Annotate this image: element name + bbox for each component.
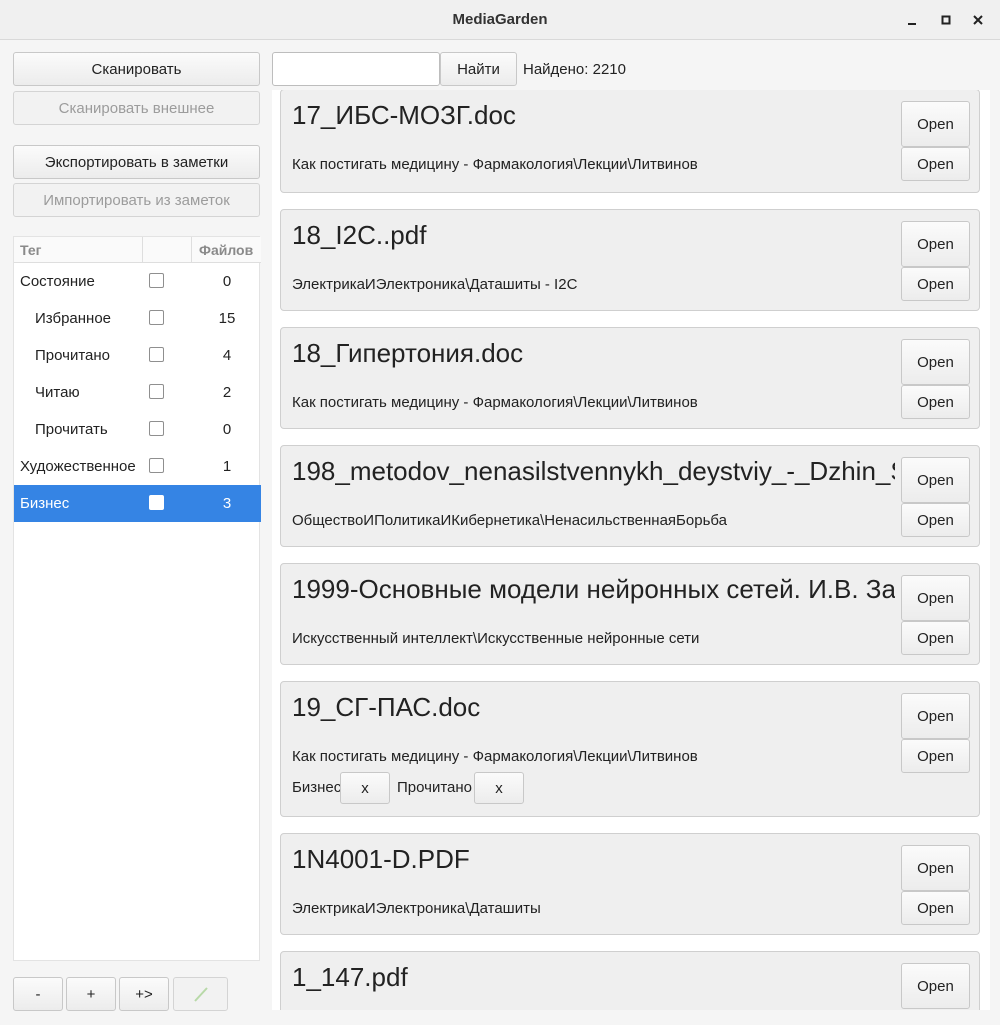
open-folder-button[interactable]: Open (901, 147, 970, 181)
tag-row[interactable]: Прочитано 4 (14, 337, 261, 374)
open-folder-button[interactable]: Open (901, 385, 970, 419)
file-tag-label: Бизнес (292, 779, 342, 796)
column-divider (142, 237, 143, 263)
tag-name: Бизнес (20, 495, 70, 512)
tag-count: 4 (222, 347, 232, 364)
tag-count: 3 (222, 495, 232, 512)
open-file-button[interactable]: Open (901, 845, 970, 891)
tag-checkbox[interactable] (149, 347, 164, 362)
scan-button[interactable]: Сканировать (13, 52, 260, 86)
file-card: 198_metodov_nenasilstvennykh_deystviy_-_… (280, 445, 980, 547)
add-tag-button[interactable]: + (66, 977, 116, 1011)
tag-count: 1 (222, 458, 232, 475)
file-card: 1_147.pdf Open (280, 951, 980, 1010)
file-card: 17_ИБС-МОЗГ.doc Как постигать медицину -… (280, 90, 980, 193)
file-title: 18_Гипертония.doc (292, 338, 524, 368)
tag-table-header: Тег Файлов (14, 237, 261, 263)
remove-tag-button[interactable]: - (13, 977, 63, 1011)
file-path: ЭлектрикаИЭлектроника\Даташиты (292, 900, 541, 917)
tag-row-selected[interactable]: Бизнес 3 (14, 485, 261, 522)
file-title: 1999-Основные модели нейронных сетей. И.… (292, 574, 895, 604)
remove-tag-button[interactable]: x (340, 772, 390, 804)
open-folder-button[interactable]: Open (901, 891, 970, 925)
file-card: 1N4001-D.PDF ЭлектрикаИЭлектроника\Даташ… (280, 833, 980, 935)
file-path: Как постигать медицину - Фармакология\Ле… (292, 748, 698, 765)
tag-row[interactable]: Избранное 15 (14, 300, 261, 337)
tag-count: 0 (222, 421, 232, 438)
file-card: 1999-Основные модели нейронных сетей. И.… (280, 563, 980, 665)
file-title: 17_ИБС-МОЗГ.doc (292, 100, 516, 130)
tag-row[interactable]: Состояние 0 (14, 263, 261, 300)
find-button[interactable]: Найти (440, 52, 517, 86)
tag-name: Художественное (20, 458, 136, 475)
file-card: 18_I2C..pdf ЭлектрикаИЭлектроника\Даташи… (280, 209, 980, 311)
open-file-button[interactable]: Open (901, 457, 970, 503)
open-file-button[interactable]: Open (901, 101, 970, 147)
file-title: 19_СГ-ПАС.doc (292, 692, 481, 722)
scan-external-button[interactable]: Сканировать внешнее (13, 91, 260, 125)
tag-checkbox[interactable] (149, 310, 164, 325)
main-window: Сканировать Сканировать внешнее Экспорти… (0, 40, 1000, 1025)
tag-checkbox[interactable] (149, 273, 164, 288)
close-icon[interactable] (966, 8, 990, 32)
tag-count: 2 (222, 384, 232, 401)
add-child-tag-button[interactable]: +> (119, 977, 169, 1011)
export-notes-button[interactable]: Экспортировать в заметки (13, 145, 260, 179)
maximize-icon[interactable] (934, 8, 958, 32)
file-card: 19_СГ-ПАС.doc Как постигать медицину - Ф… (280, 681, 980, 817)
tag-count: 0 (222, 273, 232, 290)
tag-table: Тег Файлов Состояние 0 Избранное 15 Проч… (13, 236, 261, 961)
open-file-button[interactable]: Open (901, 221, 970, 267)
file-title: 1_147.pdf (292, 962, 408, 992)
pencil-icon (193, 987, 208, 1002)
import-notes-button[interactable]: Импортировать из заметок (13, 183, 260, 217)
column-tag[interactable]: Тег (20, 242, 41, 258)
file-list[interactable]: 17_ИБС-МОЗГ.doc Как постигать медицину -… (272, 90, 990, 1010)
tag-count: 15 (218, 310, 236, 327)
open-file-button[interactable]: Open (901, 575, 970, 621)
file-title: 198_metodov_nenasilstvennykh_deystviy_-_… (292, 456, 895, 486)
tag-row[interactable]: Художественное 1 (14, 448, 261, 485)
tag-row[interactable]: Читаю 2 (14, 374, 261, 411)
open-folder-button[interactable]: Open (901, 267, 970, 301)
minimize-icon[interactable] (900, 8, 924, 32)
file-card: 18_Гипертония.doc Как постигать медицину… (280, 327, 980, 429)
edit-tag-button[interactable] (173, 977, 228, 1011)
file-path: Как постигать медицину - Фармакология\Ле… (292, 156, 698, 173)
tag-name: Прочитать (35, 421, 108, 438)
tag-checkbox[interactable] (149, 495, 164, 510)
tag-checkbox[interactable] (149, 384, 164, 399)
tag-name: Читаю (35, 384, 80, 401)
window-title: MediaGarden (452, 11, 548, 28)
column-files[interactable]: Файлов (199, 242, 253, 258)
search-input[interactable] (272, 52, 440, 86)
column-divider (191, 237, 192, 263)
file-title: 18_I2C..pdf (292, 220, 427, 250)
tag-name: Состояние (20, 273, 95, 290)
file-title: 1N4001-D.PDF (292, 844, 470, 874)
open-file-button[interactable]: Open (901, 693, 970, 739)
title-bar: MediaGarden (0, 0, 1000, 40)
file-tag-label: Прочитано (397, 779, 472, 796)
file-path: ЭлектрикаИЭлектроника\Даташиты - I2C (292, 276, 578, 293)
file-path: Как постигать медицину - Фармакология\Ле… (292, 394, 698, 411)
tag-checkbox[interactable] (149, 421, 164, 436)
file-path: ОбществоИПолитикаИКибернетика\Ненасильст… (292, 512, 727, 529)
open-file-button[interactable]: Open (901, 339, 970, 385)
file-path: Искусственный интеллект\Искусственные не… (292, 630, 700, 647)
found-count: Найдено: 2210 (523, 61, 626, 78)
open-folder-button[interactable]: Open (901, 621, 970, 655)
tag-checkbox[interactable] (149, 458, 164, 473)
tag-row[interactable]: Прочитать 0 (14, 411, 261, 448)
open-folder-button[interactable]: Open (901, 739, 970, 773)
open-file-button[interactable]: Open (901, 963, 970, 1009)
remove-tag-button[interactable]: x (474, 772, 524, 804)
open-folder-button[interactable]: Open (901, 503, 970, 537)
tag-name: Прочитано (35, 347, 110, 364)
tag-name: Избранное (35, 310, 112, 327)
